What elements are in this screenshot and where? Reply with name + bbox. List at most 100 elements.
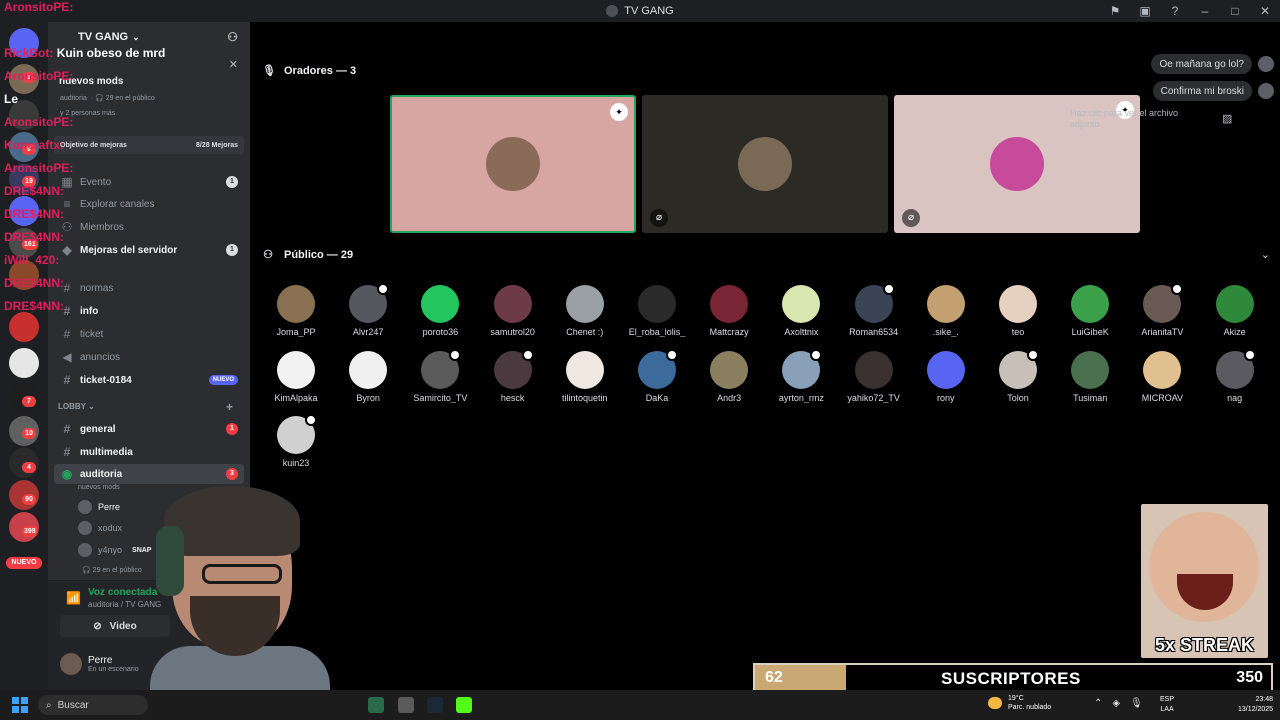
window-title-text: TV GANG xyxy=(624,5,674,17)
server-boosts-row[interactable]: ◆ Mejoras del servidor 1 xyxy=(54,240,244,260)
server-icon[interactable] xyxy=(9,348,39,378)
audience-member[interactable]: LuiGibeK xyxy=(1055,285,1125,337)
audience-member[interactable]: Mattcrazy xyxy=(694,285,764,337)
steam-icon[interactable] xyxy=(427,697,443,713)
home-icon[interactable] xyxy=(9,28,39,58)
voice-user[interactable]: y4nyo SNAP xyxy=(78,541,151,559)
app-icon[interactable] xyxy=(368,697,384,713)
title-bar: TV GANG ⚑ ▣ ? – □ ✕ xyxy=(0,0,1280,22)
audience-member[interactable]: samutrol20 xyxy=(478,285,548,337)
audience-member[interactable]: teo xyxy=(983,285,1053,337)
moderator-icon xyxy=(810,348,823,361)
audience-member[interactable]: Byron xyxy=(333,350,403,403)
audience-member[interactable]: nag xyxy=(1200,348,1270,403)
audience-member[interactable]: Alvr247 xyxy=(333,283,403,337)
audience-member[interactable]: Tusiman xyxy=(1055,350,1125,403)
close-button[interactable]: ✕ xyxy=(1250,0,1280,22)
screen-share-icon[interactable]: ▣ xyxy=(1130,0,1160,22)
inbox-icon[interactable]: ⚑ xyxy=(1100,0,1130,22)
voice-status: Voz conectada xyxy=(88,587,158,598)
windows-start-icon[interactable] xyxy=(12,697,28,713)
audience-member[interactable]: MICROAV xyxy=(1127,350,1197,403)
microphone-icon[interactable]: 🎙 xyxy=(1130,698,1143,709)
audience-name: KimAlpaka xyxy=(274,392,318,403)
invite-icon[interactable]: ⚇ xyxy=(227,30,238,44)
event-card[interactable]: ✕ nuevos mods auditoria · 🎧 29 en el púb… xyxy=(54,56,244,117)
network-icon[interactable]: ◈ xyxy=(1112,698,1120,709)
audience-member[interactable]: Roman6534 xyxy=(839,283,909,337)
audience-member[interactable]: .sike_. xyxy=(911,285,981,337)
channel-ticket[interactable]: # ticket xyxy=(54,324,244,344)
channel-auditoria[interactable]: ◉ auditoria 3 xyxy=(54,464,244,484)
app-icon[interactable] xyxy=(398,697,414,713)
speaker-tile[interactable]: ✦ xyxy=(390,95,636,233)
boost-goal[interactable]: Objetivo de mejoras 8/28 Mejoras xyxy=(54,136,244,154)
members-row[interactable]: ⚇ Miembros xyxy=(54,217,244,237)
add-channel-icon[interactable]: + xyxy=(226,400,233,414)
channel-ticket-0184[interactable]: # ticket-0184 NUEVO xyxy=(54,370,244,390)
help-icon[interactable]: ? xyxy=(1160,0,1190,22)
server-icon[interactable] xyxy=(9,196,39,226)
avatar xyxy=(565,285,604,323)
user-panel[interactable]: Perre En un escenario xyxy=(60,653,139,675)
list-icon: ≡ xyxy=(63,197,71,211)
row-count: 1 xyxy=(226,244,238,256)
maximize-button[interactable]: □ xyxy=(1220,0,1250,22)
audience-member[interactable]: Joma_PP xyxy=(261,285,331,337)
voice-user[interactable]: xodux xyxy=(78,519,122,537)
video-off-icon: ⊘ xyxy=(93,620,102,632)
chevron-down-icon[interactable]: ⌄ xyxy=(1261,248,1270,261)
server-header[interactable]: TV GANG ⌄ ⚇ xyxy=(48,22,250,52)
audience-member[interactable]: KimAlpaka xyxy=(261,350,331,403)
audience-member[interactable]: El_roba_lolis_ xyxy=(622,285,692,337)
audience-member[interactable]: kuin23 xyxy=(261,414,331,468)
app-icon[interactable] xyxy=(456,697,472,713)
channel-anuncios[interactable]: ◀ anuncios xyxy=(54,347,244,367)
audience-member[interactable]: Samircito_TV xyxy=(405,348,475,403)
speaker-tile[interactable]: ⌀ xyxy=(642,95,888,233)
audience-member[interactable]: ayrton_rmz xyxy=(766,348,836,403)
audience-member[interactable]: DaKa xyxy=(622,348,692,403)
audience-member[interactable]: Tolon xyxy=(983,348,1053,403)
browse-channels-row[interactable]: ≡ Explorar canales xyxy=(54,194,244,214)
audience-member[interactable]: Akize xyxy=(1200,285,1270,337)
avatar xyxy=(638,348,678,389)
audience-member[interactable]: yahiko72_TV xyxy=(839,350,909,403)
channel-multimedia[interactable]: # multimedia xyxy=(54,442,244,462)
audience-member[interactable]: Andr3 xyxy=(694,350,764,403)
events-row[interactable]: ▦ Evento 1 xyxy=(54,172,244,192)
channel-normas[interactable]: # normas xyxy=(54,278,244,298)
audience-member[interactable]: ArianitaTV xyxy=(1127,283,1197,337)
category-lobby[interactable]: LOBBY ⌄ + xyxy=(58,400,233,414)
audience-member[interactable]: Chenet :) xyxy=(550,285,620,337)
server-icon[interactable] xyxy=(9,260,39,290)
voice-user[interactable]: Perre xyxy=(78,498,120,516)
stage-topic: nuevos mods xyxy=(78,484,120,491)
close-icon[interactable]: ✕ xyxy=(229,58,238,71)
server-icon[interactable] xyxy=(9,312,39,342)
audience-name: Alvr247 xyxy=(352,327,384,337)
new-servers-badge[interactable]: NUEVO xyxy=(6,557,42,569)
audience-member[interactable]: hesck xyxy=(478,348,548,403)
language-indicator[interactable]: ESP LAA xyxy=(1160,695,1174,715)
image-icon[interactable]: ▨ xyxy=(1222,112,1232,125)
channel-info[interactable]: # info xyxy=(54,301,244,321)
server-icon[interactable] xyxy=(9,100,39,130)
avatar xyxy=(1215,285,1254,323)
chevron-up-icon[interactable]: ⌃ xyxy=(1094,698,1102,709)
taskbar: ⌕ Buscar 19°C Parc. nublado ⌃ ◈ 🎙 ESP LA… xyxy=(0,690,1280,720)
chat-bubble[interactable]: Oe mañana go lol? xyxy=(1151,54,1252,74)
moderator-icon xyxy=(449,348,462,361)
hash-icon: # xyxy=(63,281,71,295)
audience-member[interactable]: rony xyxy=(911,350,981,403)
taskbar-search[interactable]: ⌕ Buscar xyxy=(38,695,148,715)
clock[interactable]: 23:48 13/12/2025 xyxy=(1238,695,1273,715)
attachment-hint[interactable]: Haz clic para ver el archivo adjunto xyxy=(1070,108,1210,130)
chat-bubble[interactable]: Confirma mi broski xyxy=(1152,81,1252,101)
audience-member[interactable]: Axolttnix xyxy=(766,285,836,337)
weather-widget[interactable]: 19°C Parc. nublado xyxy=(988,694,1051,712)
channel-general[interactable]: # general 1 xyxy=(54,419,244,439)
audience-member[interactable]: poroto36 xyxy=(405,285,475,337)
minimize-button[interactable]: – xyxy=(1190,0,1220,22)
audience-member[interactable]: tilintoquetin xyxy=(550,350,620,403)
